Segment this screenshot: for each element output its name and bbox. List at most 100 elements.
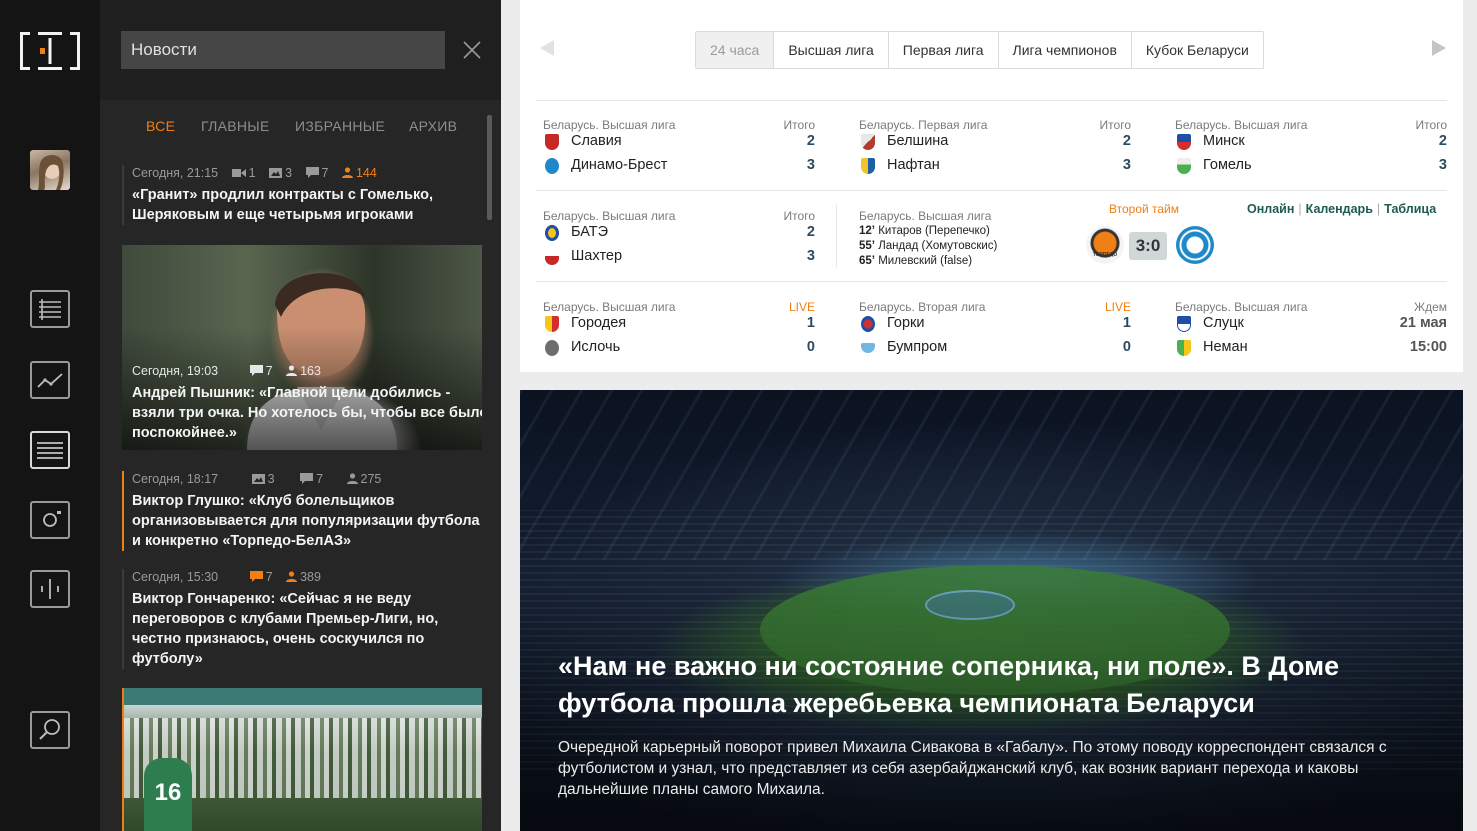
close-icon[interactable]: [461, 39, 483, 61]
club-crest-icon: [545, 316, 559, 332]
hero-article[interactable]: «Нам не важно ни состояние соперника, ни…: [520, 390, 1463, 831]
filter-champions-league[interactable]: Лига чемпионов: [999, 32, 1132, 68]
comment-count: 7: [265, 364, 273, 378]
filter-first-league[interactable]: Первая лига: [889, 32, 999, 68]
match-card[interactable]: Беларусь. Высшая лига Итого Минск 2 Гомел…: [1175, 107, 1447, 177]
match-card[interactable]: Беларусь. Первая лига Итого Белшина 2 Наф…: [859, 107, 1131, 177]
tab-favorites[interactable]: ИЗБРАННЫЕ: [295, 118, 385, 134]
icon-rail: [0, 0, 100, 831]
home-team: Минск 2: [1175, 131, 1447, 153]
match-card[interactable]: Беларусь. Высшая лига Итого Славия 2 Дина…: [543, 107, 815, 177]
news-list-icon[interactable]: [30, 290, 70, 328]
views-count: 275: [360, 472, 382, 486]
filter-cup[interactable]: Кубок Беларуси: [1132, 32, 1263, 68]
club-crest-icon: [545, 225, 559, 241]
news-meta: Сегодня, 18:17 3 7 275: [132, 471, 482, 488]
news-title[interactable]: Виктор Глушко: «Клуб болельщиков организ…: [132, 491, 482, 551]
views-icon: [341, 167, 353, 178]
divider: [536, 100, 1447, 101]
table-link[interactable]: Таблица: [1384, 202, 1436, 216]
stats-chart-icon[interactable]: [30, 361, 70, 399]
filter-24h[interactable]: 24 часа: [696, 32, 775, 68]
home-team: Слуцк 21 мая: [1175, 313, 1447, 335]
news-scrollbar[interactable]: [487, 115, 492, 220]
live-score[interactable]: 3:0: [1129, 232, 1167, 260]
news-meta: Сегодня, 19:03 7 163: [132, 363, 482, 380]
hero-title[interactable]: «Нам не важно ни состояние соперника, ни…: [558, 648, 1398, 722]
scores-table-icon[interactable]: [30, 431, 70, 469]
news-caption: Сегодня, 19:03 7 163 Андрей Пышник: «Гла…: [132, 363, 482, 443]
online-link[interactable]: Онлайн: [1247, 202, 1294, 216]
video-count: 1: [248, 166, 256, 180]
match-card[interactable]: Беларусь. Высшая лига Итого БАТЭ 2 Шахтер…: [543, 198, 815, 268]
divider: [536, 281, 1447, 282]
tournament-icon[interactable]: [30, 570, 70, 608]
calendar-link[interactable]: Календарь: [1306, 202, 1373, 216]
news-item-photo[interactable]: 16: [122, 688, 482, 831]
match-league: Беларусь. Вторая лига: [859, 300, 986, 314]
club-crest-icon: [1177, 316, 1191, 332]
match-league: Беларусь. Высшая лига: [543, 209, 676, 223]
app-root: Новости ВСЕ ГЛАВНЫЕ ИЗБРАННЫЕ АРХИВ Сего…: [0, 0, 1477, 831]
news-item[interactable]: Сегодня, 18:17 3 7 275 Виктор Глушко: «К…: [122, 471, 482, 551]
divider: [536, 190, 1447, 191]
news-panel: Новости ВСЕ ГЛАВНЫЕ ИЗБРАННЫЕ АРХИВ Сего…: [100, 0, 501, 831]
comment-icon: [249, 571, 263, 582]
home-team: БАТЭ 2: [543, 222, 815, 244]
match-card[interactable]: Беларусь. Высшая лига LIVE Городея 1 Исло…: [543, 289, 815, 359]
away-team: Гомель 3: [1175, 155, 1447, 177]
club-crest-icon: [861, 316, 875, 332]
news-title[interactable]: «Гранит» продлил контракты с Гомелько, Ш…: [132, 185, 482, 225]
match-links: Онлайн | Календарь | Таблица: [1247, 202, 1437, 216]
prev-arrow-icon[interactable]: [540, 40, 554, 56]
match-status: LIVE: [1104, 300, 1131, 314]
site-logo[interactable]: [20, 32, 80, 70]
comment-count: 7: [265, 570, 273, 584]
goal-event: 12’ Китаров (Перепечко): [859, 225, 990, 237]
views-count: 144: [355, 166, 377, 180]
match-league: Беларусь. Высшая лига: [1175, 300, 1308, 314]
away-team: Динамо-Брест 3: [543, 155, 815, 177]
goal-event: 65’ Милевский (false): [859, 255, 973, 267]
news-search-bar: Новости: [100, 0, 501, 100]
news-title[interactable]: Виктор Гончаренко: «Сейчас я не веду пер…: [132, 589, 482, 669]
goal-event: 55’ Ландад (Хомутовскис): [859, 240, 998, 252]
match-league: Беларусь. Высшая лига: [543, 300, 676, 314]
scores-widget: 24 часа Высшая лига Первая лига Лига чем…: [520, 0, 1463, 372]
news-item-photo[interactable]: Сегодня, 19:03 7 163 Андрей Пышник: «Гла…: [122, 245, 482, 450]
views-count: 163: [300, 364, 321, 378]
next-arrow-icon[interactable]: [1432, 40, 1446, 56]
user-avatar[interactable]: [30, 150, 70, 190]
tab-all[interactable]: ВСЕ: [146, 118, 175, 134]
photo-icon: [251, 474, 265, 484]
views-icon: [286, 571, 298, 582]
match-card[interactable]: Беларусь. Высшая лига Ждем Слуцк 21 мая Н…: [1175, 289, 1447, 359]
news-item[interactable]: Сегодня, 15:30 7 389 Виктор Гончаренко: …: [122, 569, 482, 669]
away-team: Бумпром 0: [859, 337, 1131, 359]
match-card[interactable]: Беларусь. Вторая лига LIVE Горки 1 Бумпро…: [859, 289, 1131, 359]
news-search-input[interactable]: Новости: [121, 31, 445, 69]
tab-archive[interactable]: АРХИВ: [409, 118, 457, 134]
search-icon[interactable]: [30, 711, 70, 749]
comment-count: 7: [321, 166, 329, 180]
news-title[interactable]: Андрей Пышник: «Главной цели добились - …: [132, 383, 482, 443]
news-item[interactable]: Сегодня, 21:15 1 3 7 144 «Гранит» продли…: [122, 165, 482, 225]
home-team: Славия 2: [543, 131, 815, 153]
tab-main[interactable]: ГЛАВНЫЕ: [201, 118, 270, 134]
club-crest-icon: [545, 249, 559, 265]
home-team: Горки 1: [859, 313, 1131, 335]
comment-icon: [305, 167, 319, 178]
club-crest-icon: [1177, 158, 1191, 174]
match-league: Беларусь. Высшая лига: [859, 209, 992, 223]
news-time: Сегодня, 15:30: [132, 570, 219, 584]
match-league: Беларусь. Первая лига: [859, 118, 988, 132]
filter-premier[interactable]: Высшая лига: [774, 32, 889, 68]
news-tabs: ВСЕ ГЛАВНЫЕ ИЗБРАННЫЕ АРХИВ: [100, 110, 501, 142]
camera-icon[interactable]: [30, 501, 70, 539]
photo-count: 3: [285, 166, 293, 180]
match-status: Итого: [783, 118, 815, 132]
player-shirt: 16: [144, 758, 192, 831]
photo-icon: [269, 168, 283, 178]
match-period: Второй тайм: [1109, 202, 1180, 216]
views-icon: [346, 473, 358, 484]
